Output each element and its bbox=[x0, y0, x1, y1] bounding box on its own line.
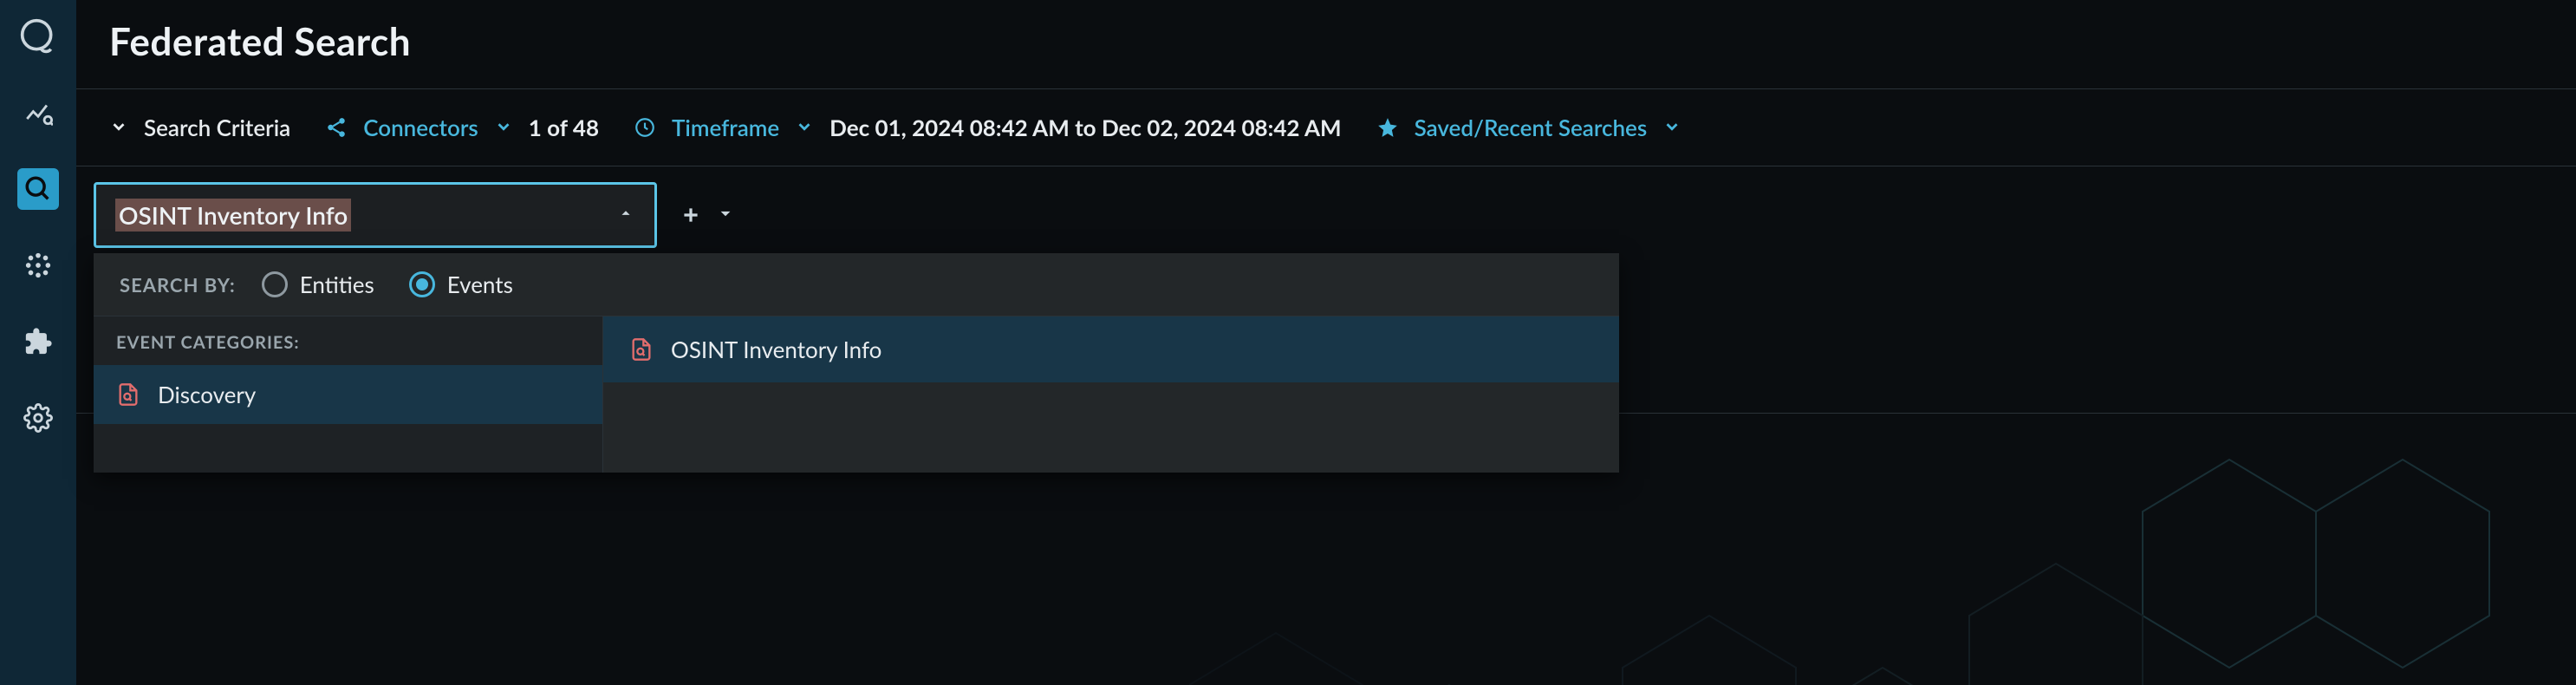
add-clause-button[interactable] bbox=[680, 202, 737, 228]
timeframe-value: Dec 01, 2024 08:42 AM to Dec 02, 2024 08… bbox=[829, 114, 1341, 141]
results-column: OSINT Inventory Info bbox=[603, 316, 1619, 473]
nav-analytics[interactable] bbox=[17, 92, 59, 134]
radio-events[interactable]: Events bbox=[409, 271, 513, 298]
nav-graph[interactable] bbox=[17, 245, 59, 286]
file-search-icon bbox=[629, 337, 654, 362]
search-criteria-label: Search Criteria bbox=[144, 114, 290, 141]
radio-events-label: Events bbox=[447, 271, 513, 298]
logo-icon[interactable] bbox=[17, 16, 59, 57]
nav-integrations[interactable] bbox=[17, 321, 59, 362]
page-title: Federated Search bbox=[109, 19, 2543, 64]
radio-icon bbox=[262, 271, 288, 297]
categories-column: EVENT CATEGORIES: Discovery bbox=[94, 316, 603, 473]
event-type-selector[interactable]: OSINT Inventory Info bbox=[94, 182, 657, 248]
category-label: Discovery bbox=[158, 381, 256, 408]
chevron-down-icon bbox=[494, 114, 513, 141]
main-content: Federated Search Search Criteria Connect… bbox=[76, 0, 2576, 685]
category-item-discovery[interactable]: Discovery bbox=[94, 365, 602, 424]
star-icon bbox=[1376, 116, 1399, 139]
saved-searches-label: Saved/Recent Searches bbox=[1415, 114, 1648, 141]
search-by-radio-group: Entities Events bbox=[262, 271, 513, 298]
share-icon bbox=[325, 116, 348, 139]
connectors-count: 1 of 48 bbox=[529, 114, 599, 141]
nav-rail bbox=[0, 0, 76, 685]
result-label: OSINT Inventory Info bbox=[671, 336, 881, 363]
connectors-control[interactable]: Connectors 1 of 48 bbox=[325, 114, 599, 141]
dropdown-header: SEARCH BY: Entities Events bbox=[94, 253, 1619, 316]
search-by-label: SEARCH BY: bbox=[120, 273, 236, 297]
caret-up-icon bbox=[616, 204, 635, 226]
timeframe-label: Timeframe bbox=[672, 114, 779, 141]
file-search-icon bbox=[116, 382, 140, 407]
criteria-row: Search Criteria Connectors 1 of 48 Timef… bbox=[76, 89, 2576, 166]
caret-down-icon bbox=[714, 202, 737, 228]
clock-icon bbox=[634, 116, 656, 139]
title-bar: Federated Search bbox=[76, 0, 2576, 88]
radio-icon bbox=[409, 271, 435, 297]
result-item-osint-inventory[interactable]: OSINT Inventory Info bbox=[603, 316, 1619, 382]
radio-entities-label: Entities bbox=[300, 271, 374, 298]
query-builder: OSINT Inventory Info SEARCH BY: Enti bbox=[76, 166, 2576, 248]
chevron-down-icon bbox=[1662, 114, 1682, 141]
chevron-down-icon bbox=[109, 114, 128, 141]
timeframe-control[interactable]: Timeframe Dec 01, 2024 08:42 AM to Dec 0… bbox=[634, 114, 1342, 141]
chevron-down-icon bbox=[795, 114, 814, 141]
categories-header: EVENT CATEGORIES: bbox=[94, 316, 602, 365]
search-criteria-toggle[interactable]: Search Criteria bbox=[109, 114, 290, 141]
saved-searches-control[interactable]: Saved/Recent Searches bbox=[1376, 114, 1682, 141]
nav-settings[interactable] bbox=[17, 397, 59, 439]
connectors-label: Connectors bbox=[363, 114, 478, 141]
radio-entities[interactable]: Entities bbox=[262, 271, 374, 298]
nav-search[interactable] bbox=[17, 168, 59, 210]
event-type-dropdown: SEARCH BY: Entities Events EVENT CATEGOR… bbox=[94, 253, 1619, 473]
event-type-value: OSINT Inventory Info bbox=[115, 199, 351, 232]
